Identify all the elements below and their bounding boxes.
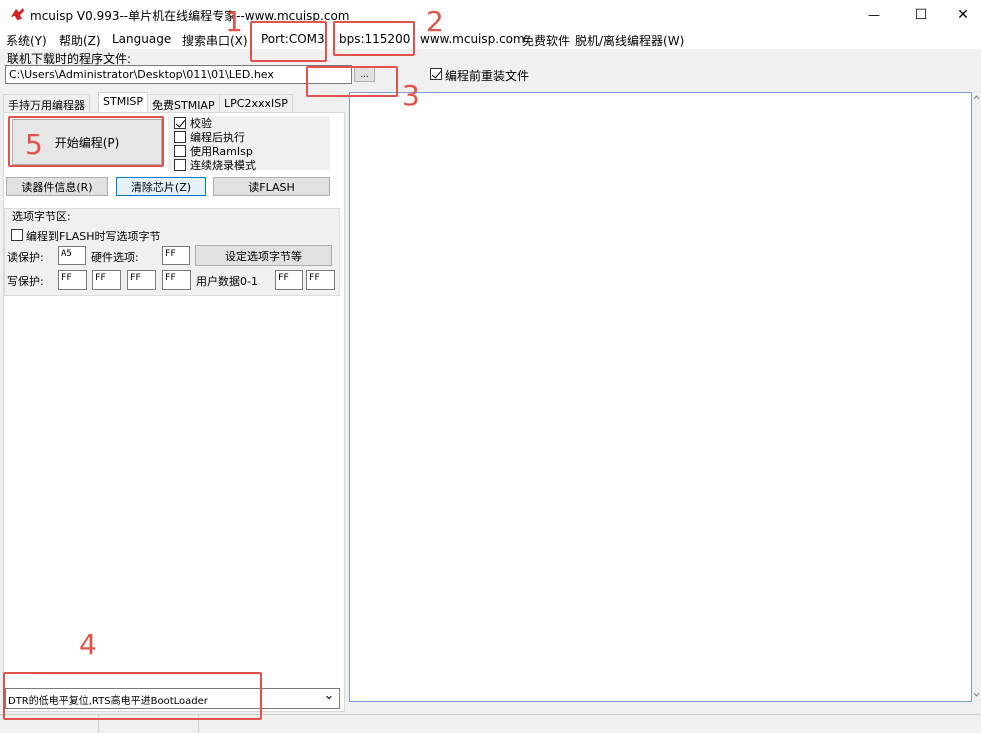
continuous-mode-label: 连续烧录模式 bbox=[190, 159, 256, 172]
read-protect-field[interactable]: A5 bbox=[58, 246, 86, 265]
menu-help[interactable]: 帮助(Z) bbox=[59, 32, 101, 49]
vertical-scrollbar[interactable] bbox=[972, 92, 981, 702]
annotation-box-bps bbox=[333, 21, 415, 56]
tab-handheld-programmer[interactable]: 手持万用编程器 bbox=[3, 94, 90, 112]
annotation-number-2: 2 bbox=[426, 5, 444, 38]
continuous-mode-checkbox[interactable] bbox=[174, 159, 186, 171]
minimize-icon: — bbox=[868, 7, 880, 22]
stmisp-panel bbox=[3, 112, 345, 712]
close-icon: ✕ bbox=[957, 6, 969, 23]
menu-system[interactable]: 系统(Y) bbox=[6, 32, 47, 49]
hardware-option-label: 硬件选项: bbox=[91, 251, 139, 264]
annotation-number-4: 4 bbox=[79, 628, 97, 661]
use-ramisp-checkbox[interactable] bbox=[174, 145, 186, 157]
maximize-icon: ☐ bbox=[914, 6, 928, 23]
menu-offline-programmer[interactable]: 脱机/离线编程器(W) bbox=[575, 32, 684, 49]
annotation-box-boot-mode bbox=[3, 672, 262, 720]
write-protect-field[interactable]: FF bbox=[92, 270, 121, 290]
erase-chip-button[interactable]: 清除芯片(Z) bbox=[116, 177, 206, 196]
read-device-info-button[interactable]: 读器件信息(R) bbox=[6, 177, 108, 196]
scrollbar-arrows-icon bbox=[973, 95, 980, 697]
minimize-button[interactable]: — bbox=[851, 0, 897, 29]
option-bytes-title: 选项字节区: bbox=[12, 210, 71, 223]
reload-file-label: 编程前重装文件 bbox=[445, 69, 530, 83]
user-data-field[interactable]: FF bbox=[306, 270, 335, 290]
set-option-bytes-button[interactable]: 设定选项字节等 bbox=[195, 245, 332, 266]
maximize-button[interactable]: ☐ bbox=[898, 0, 944, 29]
user-data-label: 用户数据0-1 bbox=[196, 275, 258, 288]
app-icon bbox=[11, 8, 24, 20]
verify-checkbox[interactable] bbox=[174, 117, 186, 129]
write-option-bytes-label: 编程到FLASH时写选项字节 bbox=[26, 230, 161, 243]
menu-free-software[interactable]: 免费软件 bbox=[522, 32, 570, 49]
annotation-box-browse bbox=[306, 66, 398, 97]
tab-stmisp[interactable]: STMISP bbox=[98, 92, 149, 113]
tab-free-stmiap[interactable]: 免费STMIAP bbox=[147, 94, 220, 112]
reload-file-checkbox[interactable] bbox=[430, 68, 442, 80]
write-protect-label: 写保护: bbox=[7, 275, 44, 288]
user-data-field[interactable]: FF bbox=[275, 270, 303, 290]
read-protect-label: 读保护: bbox=[7, 251, 44, 264]
run-after-program-checkbox[interactable] bbox=[174, 131, 186, 143]
tab-lpc2xxxisp[interactable]: LPC2xxxISP bbox=[219, 94, 293, 112]
hardware-option-field[interactable]: FF bbox=[162, 246, 190, 265]
close-button[interactable]: ✕ bbox=[945, 0, 981, 29]
write-protect-field[interactable]: FF bbox=[127, 270, 156, 290]
write-option-bytes-checkbox[interactable] bbox=[11, 229, 23, 241]
read-flash-button[interactable]: 读FLASH bbox=[213, 177, 330, 196]
log-output-area[interactable] bbox=[349, 92, 972, 702]
annotation-number-5: 5 bbox=[25, 128, 43, 161]
annotation-number-3: 3 bbox=[402, 79, 420, 112]
file-path-input[interactable] bbox=[5, 65, 352, 84]
annotation-number-1: 1 bbox=[225, 5, 243, 38]
write-protect-field[interactable]: FF bbox=[58, 270, 87, 290]
chevron-down-icon[interactable]: ⌄ bbox=[320, 689, 338, 707]
write-protect-field[interactable]: FF bbox=[162, 270, 191, 290]
menu-language[interactable]: Language bbox=[112, 32, 171, 46]
annotation-box-port bbox=[250, 21, 327, 62]
